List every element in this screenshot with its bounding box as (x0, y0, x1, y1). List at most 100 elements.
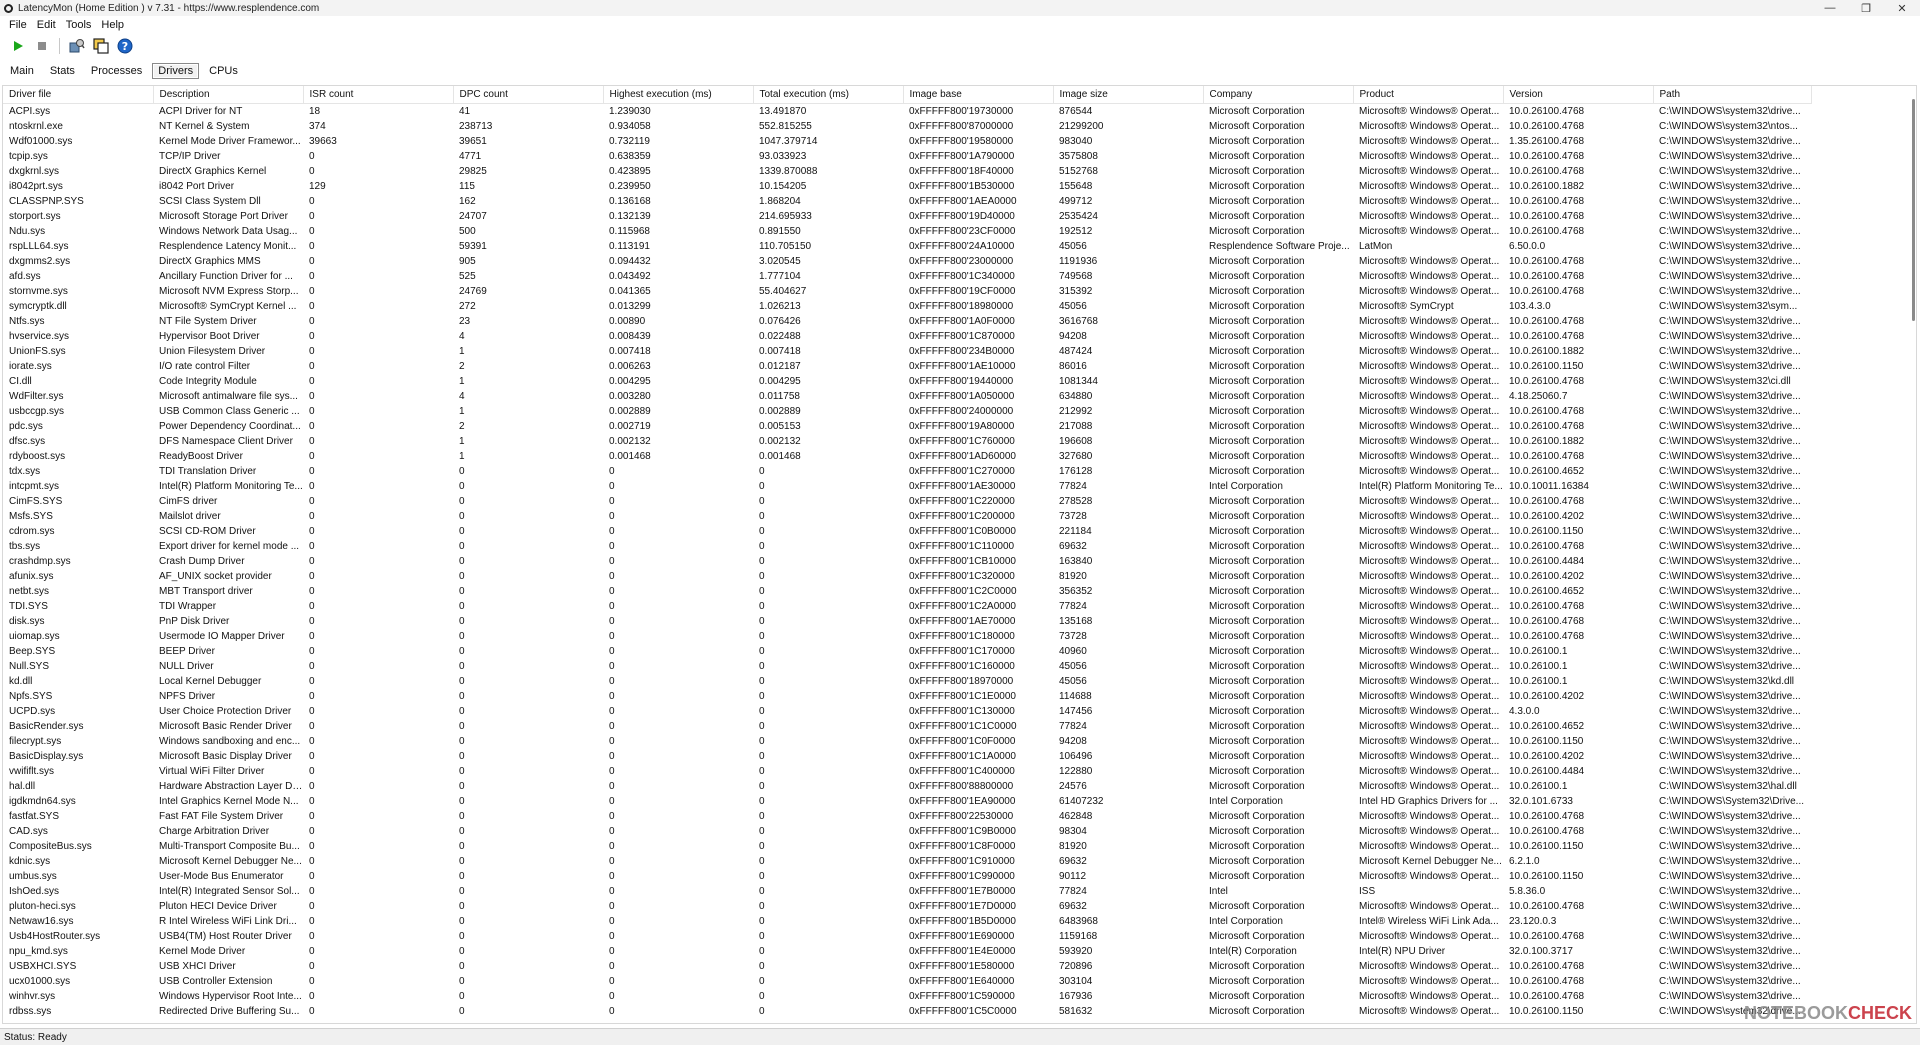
table-row[interactable]: Netwaw16.sys R Intel Wireless WiFi Link D… (3, 914, 1811, 929)
column-header[interactable]: Highest execution (ms) (603, 86, 754, 104)
menu-help[interactable]: Help (96, 19, 129, 31)
table-row[interactable]: hvservice.sys Hypervisor Boot Driver 0 4 0.0… (3, 329, 1811, 344)
table-row[interactable]: disk.sys PnP Disk Driver 0 0 0 0 0xFFFFF800'1A… (3, 614, 1811, 629)
column-header[interactable]: Product (1353, 86, 1504, 104)
table-row[interactable]: tbs.sys Export driver for kernel mode ...… (3, 539, 1811, 554)
table-row[interactable]: stornvme.sys Microsoft NVM Express Storp.… (3, 284, 1811, 299)
table-row[interactable]: Ndu.sys Windows Network Data Usag... 0 500 0… (3, 224, 1811, 239)
table-row[interactable]: IshOed.sys Intel(R) Integrated Sensor Sol… (3, 884, 1811, 899)
table-row[interactable]: crashdmp.sys Crash Dump Driver 0 0 0 0 0xFFFFF… (3, 554, 1811, 569)
table-cell: Microsoft Corporation (1209, 736, 1305, 747)
column-header[interactable]: Company (1203, 86, 1354, 104)
start-monitor-button[interactable] (8, 37, 28, 55)
menu-file[interactable]: File (4, 19, 32, 31)
tab-main[interactable]: Main (4, 63, 40, 79)
table-row[interactable]: kdnic.sys Microsoft Kernel Debugger Ne...… (3, 854, 1811, 869)
table-row[interactable]: ntoskrnl.exe NT Kernel & System 374 238713 0… (3, 119, 1811, 134)
table-row[interactable]: rdyboost.sys ReadyBoost Driver 0 1 0.001468 0… (3, 449, 1811, 464)
tab-stats[interactable]: Stats (44, 63, 81, 79)
table-row[interactable]: CAD.sys Charge Arbitration Driver 0 0 0 0 0xFF… (3, 824, 1811, 839)
table-row[interactable]: fastfat.SYS Fast FAT File System Driver 0 0… (3, 809, 1811, 824)
table-row[interactable]: Wdf01000.sys Kernel Mode Driver Framewor.… (3, 134, 1811, 149)
table-row[interactable]: umbus.sys User-Mode Bus Enumerator 0 0 0 0 0xF… (3, 869, 1811, 884)
process-button[interactable] (67, 37, 87, 55)
vertical-scrollbar[interactable] (1906, 85, 1918, 1022)
column-header[interactable]: Image size (1053, 86, 1204, 104)
table-row[interactable]: CompositeBus.sys Multi-Transport Composit… (3, 839, 1811, 854)
copy-button[interactable] (91, 37, 111, 55)
table-row[interactable]: Npfs.SYS NPFS Driver 0 0 0 0 0xFFFFF800'1C1E00… (3, 689, 1811, 704)
table-row[interactable]: CLASSPNP.SYS SCSI Class System Dll 0 162 0.1… (3, 194, 1811, 209)
table-cell: 10.0.26100.4768 (1509, 271, 1585, 282)
table-row[interactable]: Msfs.SYS Mailslot driver 0 0 0 0 0xFFFFF800'1C… (3, 509, 1811, 524)
table-row[interactable]: Ntfs.sys NT File System Driver 0 23 0.00890 0… (3, 314, 1811, 329)
table-row[interactable]: cdrom.sys SCSI CD-ROM Driver 0 0 0 0 0xFFFFF80… (3, 524, 1811, 539)
table-row[interactable]: UnionFS.sys Union Filesystem Driver 0 1 0.00… (3, 344, 1811, 359)
table-row[interactable]: i8042prt.sys i8042 Port Driver 129 115 0.239… (3, 179, 1811, 194)
stop-monitor-button[interactable] (32, 37, 52, 55)
table-row[interactable]: BasicDisplay.sys Microsoft Basic Display … (3, 749, 1811, 764)
tab-drivers[interactable]: Drivers (152, 63, 200, 79)
column-header[interactable]: Driver file (3, 86, 154, 104)
table-row[interactable]: USBXHCI.SYS USB XHCI Driver 0 0 0 0 0xFFFFF800… (3, 959, 1811, 974)
column-header[interactable]: ISR count (303, 86, 454, 104)
table-row[interactable]: CI.dll Code Integrity Module 0 1 0.004295 0.0… (3, 374, 1811, 389)
table-row[interactable]: dxgkrnl.sys DirectX Graphics Kernel 0 29825… (3, 164, 1811, 179)
close-button[interactable]: ✕ (1884, 0, 1920, 16)
column-header[interactable]: Version (1503, 86, 1654, 104)
tab-processes[interactable]: Processes (85, 63, 148, 79)
help-button[interactable]: ? (115, 37, 135, 55)
table-row[interactable]: dxgmms2.sys DirectX Graphics MMS 0 905 0.094… (3, 254, 1811, 269)
table-row[interactable]: hal.dll Hardware Abstraction Layer DLL 0 0 0… (3, 779, 1811, 794)
menu-edit[interactable]: Edit (32, 19, 61, 31)
column-header[interactable]: DPC count (453, 86, 604, 104)
tab-cpus[interactable]: CPUs (203, 63, 244, 79)
table-cell: 0 (759, 496, 765, 507)
table-row[interactable]: UCPD.sys User Choice Protection Driver 0 0 0… (3, 704, 1811, 719)
table-row[interactable]: rdbss.sys Redirected Drive Buffering Su..… (3, 1004, 1811, 1019)
table-cell: 163840 (1059, 556, 1093, 567)
table-row[interactable]: winhvr.sys Windows Hypervisor Root Inte..… (3, 989, 1811, 1004)
table-row[interactable]: TDI.SYS TDI Wrapper 0 0 0 0 0xFFFFF800'1C2A000… (3, 599, 1811, 614)
table-row[interactable]: vwififlt.sys Virtual WiFi Filter Driver 0 0… (3, 764, 1811, 779)
svg-text:?: ? (122, 40, 128, 53)
table-row[interactable]: BasicRender.sys Microsoft Basic Render Dr… (3, 719, 1811, 734)
table-row[interactable]: intcpmt.sys Intel(R) Platform Monitoring … (3, 479, 1811, 494)
column-header[interactable]: Description (153, 86, 304, 104)
table-row[interactable]: Beep.SYS BEEP Driver 0 0 0 0 0xFFFFF800'1C1700… (3, 644, 1811, 659)
table-row[interactable]: netbt.sys MBT Transport driver 0 0 0 0 0xFFFFF… (3, 584, 1811, 599)
table-row[interactable]: igdkmdn64.sys Intel Graphics Kernel Mode … (3, 794, 1811, 809)
table-row[interactable]: usbccgp.sys USB Common Class Generic ... 0… (3, 404, 1811, 419)
table-row[interactable]: pluton-heci.sys Pluton HECI Device Driver… (3, 899, 1811, 914)
table-row[interactable]: CimFS.SYS CimFS driver 0 0 0 0 0xFFFFF800'1C22… (3, 494, 1811, 509)
column-header[interactable]: Image base (903, 86, 1054, 104)
maximize-button[interactable]: ❐ (1848, 0, 1884, 16)
table-row[interactable]: tcpip.sys TCP/IP Driver 0 4771 0.638359 93.03… (3, 149, 1811, 164)
menu-tools[interactable]: Tools (61, 19, 97, 31)
table-row[interactable]: dfsc.sys DFS Namespace Client Driver 0 1 0.0… (3, 434, 1811, 449)
table-row[interactable]: afunix.sys AF_UNIX socket provider 0 0 0 0 0xF… (3, 569, 1811, 584)
table-row[interactable]: ACPI.sys ACPI Driver for NT 18 41 1.239030 13… (3, 104, 1811, 120)
scrollbar-thumb[interactable] (1912, 99, 1915, 321)
table-row[interactable]: pdc.sys Power Dependency Coordinat... 0 2 0.… (3, 419, 1811, 434)
table-row[interactable]: storport.sys Microsoft Storage Port Drive… (3, 209, 1811, 224)
table-cell: 0 (609, 511, 615, 522)
table-row[interactable]: afd.sys Ancillary Function Driver for ...… (3, 269, 1811, 284)
table-row[interactable]: filecrypt.sys Windows sandboxing and enc.… (3, 734, 1811, 749)
table-row[interactable]: Usb4HostRouter.sys USB4(TM) Host Router D… (3, 929, 1811, 944)
column-header[interactable]: Total execution (ms) (753, 86, 904, 104)
minimize-button[interactable]: — (1812, 0, 1848, 16)
table-row[interactable]: rspLLL64.sys Resplendence Latency Monit..… (3, 239, 1811, 254)
table-row[interactable]: uiomap.sys Usermode IO Mapper Driver 0 0 0 0 0… (3, 629, 1811, 644)
table-row[interactable]: iorate.sys I/O rate control Filter 0 2 0.006… (3, 359, 1811, 374)
table-cell: 0 (459, 946, 465, 957)
table-row[interactable]: npu_kmd.sys Kernel Mode Driver 0 0 0 0 0xFFFFF… (3, 944, 1811, 959)
table-row[interactable]: symcryptk.dll Microsoft® SymCrypt Kernel … (3, 299, 1811, 314)
table-row[interactable]: Null.SYS NULL Driver 0 0 0 0 0xFFFFF800'1C1600… (3, 659, 1811, 674)
table-row[interactable]: ucx01000.sys USB Controller Extension 0 0 0 0… (3, 974, 1811, 989)
table-row[interactable]: kd.dll Local Kernel Debugger 0 0 0 0 0xFFFFF80… (3, 674, 1811, 689)
column-header[interactable]: Path (1653, 86, 1812, 104)
table-cell: Intel HD Graphics Drivers for ... (1359, 796, 1498, 807)
table-row[interactable]: tdx.sys TDI Translation Driver 0 0 0 0 0xFFFFF… (3, 464, 1811, 479)
table-row[interactable]: WdFilter.sys Microsoft antimalware file s… (3, 389, 1811, 404)
